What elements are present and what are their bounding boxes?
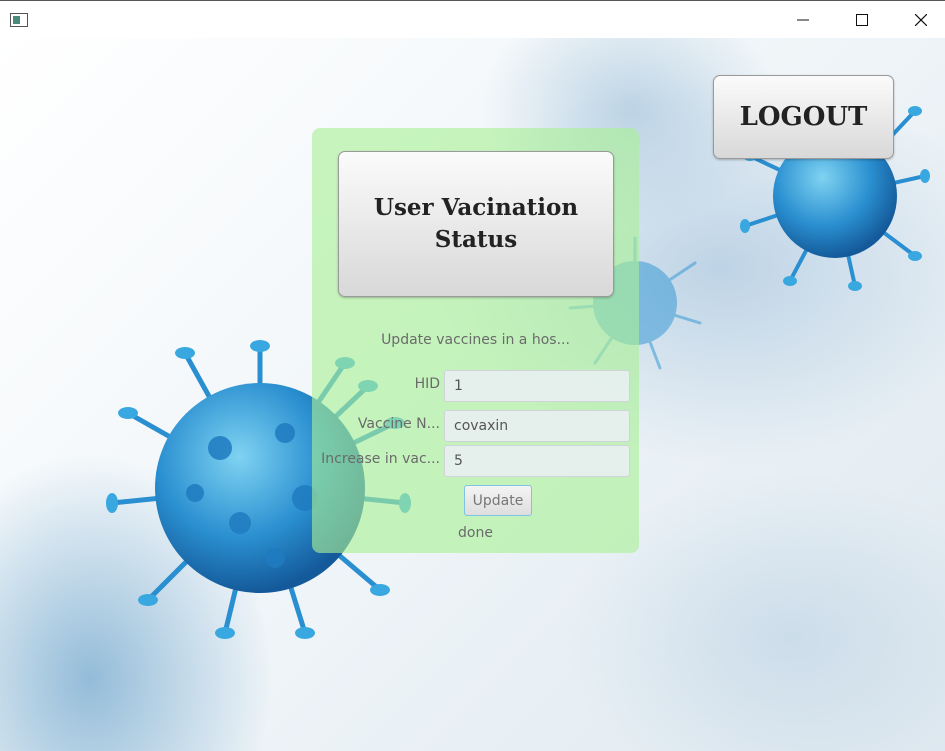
minimize-icon (797, 19, 809, 21)
window-app-icon (10, 13, 28, 27)
minimize-button[interactable] (780, 1, 826, 39)
vaccine-name-field[interactable] (444, 410, 630, 442)
maximize-button[interactable] (839, 1, 885, 39)
result-status-text: done (458, 525, 493, 541)
main-content: User Vacination Status LOGOUT Update vac… (0, 38, 945, 751)
close-icon (915, 14, 927, 26)
hid-label: HID (414, 376, 440, 392)
update-button[interactable]: Update (464, 485, 532, 516)
window-title-bar (0, 0, 945, 38)
user-vaccination-status-button[interactable]: User Vacination Status (338, 151, 614, 297)
hid-field[interactable] (444, 370, 630, 402)
form-subtitle: Update vaccines in a hos... (381, 332, 570, 348)
maximize-icon (856, 14, 868, 26)
close-button[interactable] (898, 1, 944, 39)
vaccine-name-label: Vaccine N... (357, 416, 440, 432)
logout-button[interactable]: LOGOUT (713, 75, 894, 159)
increase-field[interactable] (444, 445, 630, 477)
increase-label: Increase in vac... (321, 451, 440, 467)
